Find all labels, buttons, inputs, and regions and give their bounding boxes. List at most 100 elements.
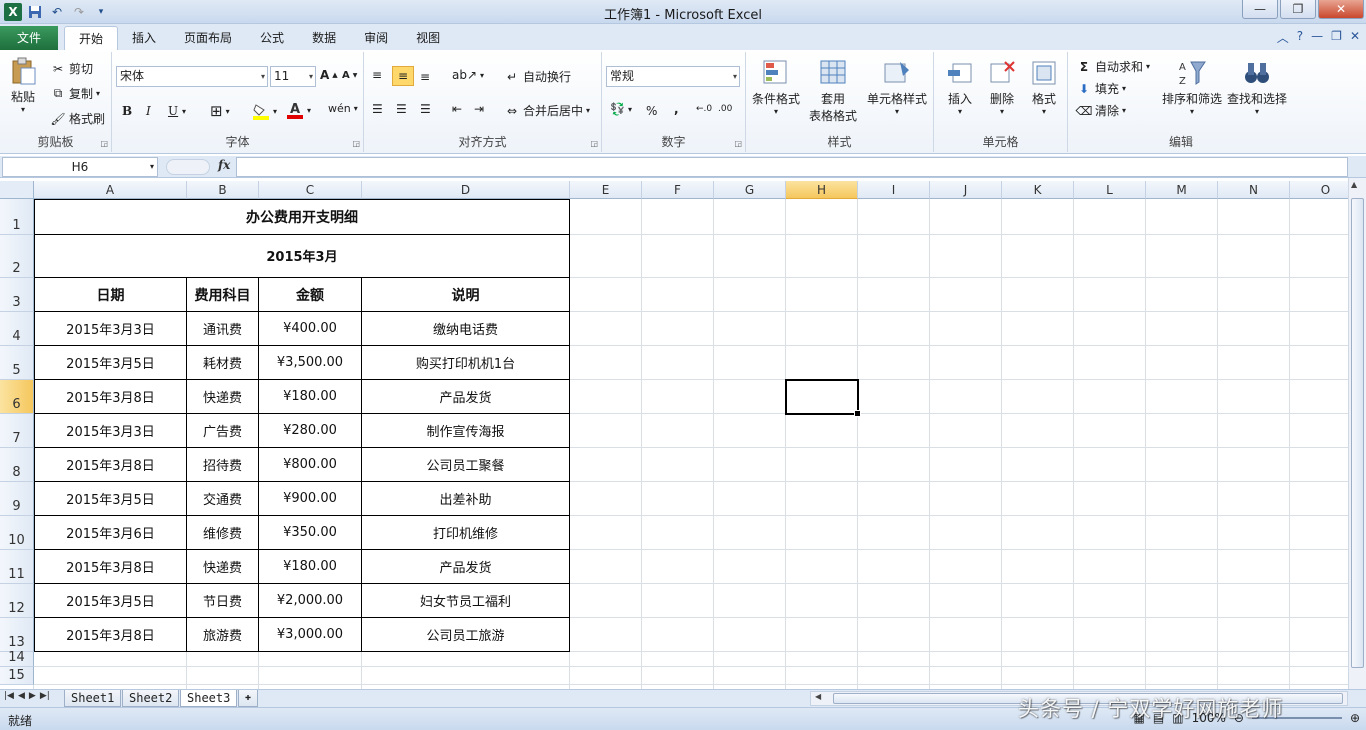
table-cell[interactable]: 出差补助 xyxy=(362,482,570,516)
row-header-1[interactable]: 1 xyxy=(0,199,34,235)
format-as-table-button[interactable]: 套用 表格格式 xyxy=(804,58,862,124)
vertical-scroll-thumb[interactable] xyxy=(1351,198,1364,668)
cut-button[interactable]: ✂ 剪切 xyxy=(50,60,93,77)
row-header-11[interactable]: 11 xyxy=(0,550,34,584)
sheet-tab-sheet1[interactable]: Sheet1 xyxy=(64,690,122,707)
decrease-indent-icon[interactable]: ⇤ xyxy=(452,102,462,116)
insert-function-icon[interactable]: fx xyxy=(218,158,230,172)
table-cell[interactable]: ¥800.00 xyxy=(259,448,362,482)
table-cell[interactable]: 快递费 xyxy=(187,550,259,584)
column-header-g[interactable]: G xyxy=(714,181,786,199)
row-header-6[interactable]: 6 xyxy=(0,380,34,414)
shrink-font-button[interactable]: A ▼ xyxy=(342,70,357,81)
conditional-format-button[interactable]: 条件格式 ▾ xyxy=(750,58,802,116)
column-header-n[interactable]: N xyxy=(1218,181,1290,199)
find-select-button[interactable]: 查找和选择 ▾ xyxy=(1224,58,1290,116)
align-top-icon[interactable]: ≡ xyxy=(372,68,382,82)
help-icon[interactable]: ? xyxy=(1297,29,1303,46)
collapse-ribbon-icon[interactable]: ︿ xyxy=(1277,29,1289,46)
paste-button[interactable]: 粘贴 ▾ xyxy=(6,56,40,114)
fill-color-icon[interactable]: ▾ xyxy=(252,102,277,120)
table-header-cell[interactable]: 费用科目 xyxy=(187,278,259,312)
scroll-up-icon[interactable]: ▲ xyxy=(1351,180,1357,189)
font-name-select[interactable]: 宋体 ▾ xyxy=(116,66,268,87)
column-header-j[interactable]: J xyxy=(930,181,1002,199)
excel-logo-icon[interactable]: X xyxy=(4,2,22,21)
table-cell[interactable]: 制作宣传海报 xyxy=(362,414,570,448)
table-cell[interactable]: 2015年3月8日 xyxy=(34,380,187,414)
autosum-button[interactable]: Σ 自动求和 ▾ xyxy=(1076,58,1150,75)
bold-button[interactable]: B xyxy=(122,104,132,118)
row-header-9[interactable]: 9 xyxy=(0,482,34,516)
tab-insert[interactable]: 插入 xyxy=(118,26,170,50)
table-cell[interactable]: 产品发货 xyxy=(362,380,570,414)
tab-data[interactable]: 数据 xyxy=(298,26,350,50)
table-cell[interactable]: ¥3,500.00 xyxy=(259,346,362,380)
save-icon[interactable] xyxy=(26,3,44,21)
table-cell[interactable]: 2015年3月3日 xyxy=(34,414,187,448)
row-header-2[interactable]: 2 xyxy=(0,235,34,278)
table-cell[interactable]: 耗材费 xyxy=(187,346,259,380)
table-header-cell[interactable]: 日期 xyxy=(34,278,187,312)
table-cell[interactable]: 妇女节员工福利 xyxy=(362,584,570,618)
font-launcher-icon[interactable]: ◲ xyxy=(352,139,360,148)
sort-filter-button[interactable]: AZ 排序和筛选 ▾ xyxy=(1158,58,1226,116)
column-header-k[interactable]: K xyxy=(1002,181,1074,199)
increase-indent-icon[interactable]: ⇥ xyxy=(474,102,484,116)
column-header-i[interactable]: I xyxy=(858,181,930,199)
name-box-dropdown-icon[interactable]: ▾ xyxy=(150,158,154,176)
table-cell[interactable]: 缴纳电话费 xyxy=(362,312,570,346)
vertical-scrollbar[interactable]: ▲ xyxy=(1348,178,1366,690)
redo-icon[interactable]: ↷ xyxy=(70,3,88,21)
wrap-text-button[interactable]: ↵ 自动换行 xyxy=(504,68,571,85)
tab-page-layout[interactable]: 页面布局 xyxy=(170,26,246,50)
align-right-icon[interactable]: ☰ xyxy=(420,102,431,116)
sheet-subtitle-cell[interactable]: 2015年3月 xyxy=(34,235,570,278)
table-cell[interactable]: 交通费 xyxy=(187,482,259,516)
table-cell[interactable]: ¥2,000.00 xyxy=(259,584,362,618)
table-cell[interactable]: ¥180.00 xyxy=(259,550,362,584)
align-left-icon[interactable]: ☰ xyxy=(372,102,383,116)
insert-cells-button[interactable]: 插入 ▾ xyxy=(940,58,980,116)
doc-close-icon[interactable]: ✕ xyxy=(1350,29,1360,46)
row-header-3[interactable]: 3 xyxy=(0,278,34,312)
sheet-tab-sheet2[interactable]: Sheet2 xyxy=(122,690,180,707)
row-header-13[interactable]: 13 xyxy=(0,618,34,652)
first-sheet-icon[interactable]: |◀ xyxy=(4,691,14,701)
column-header-h[interactable]: H xyxy=(786,181,858,199)
table-cell[interactable]: 公司员工旅游 xyxy=(362,618,570,652)
zoom-in-icon[interactable]: ⊕ xyxy=(1350,711,1360,725)
table-cell[interactable]: 快递费 xyxy=(187,380,259,414)
number-format-select[interactable]: 常规 ▾ xyxy=(606,66,740,87)
insert-sheet-icon[interactable]: ✚ xyxy=(238,690,259,707)
tab-formulas[interactable]: 公式 xyxy=(246,26,298,50)
fill-button[interactable]: ⬇ 填充 ▾ xyxy=(1076,80,1126,97)
table-cell[interactable]: 2015年3月5日 xyxy=(34,584,187,618)
tab-file[interactable]: 文件 xyxy=(0,26,58,50)
column-header-f[interactable]: F xyxy=(642,181,714,199)
row-header-12[interactable]: 12 xyxy=(0,584,34,618)
table-cell[interactable]: 广告费 xyxy=(187,414,259,448)
column-header-e[interactable]: E xyxy=(570,181,642,199)
table-cell[interactable]: 购买打印机机1台 xyxy=(362,346,570,380)
table-header-cell[interactable]: 金额 xyxy=(259,278,362,312)
tab-home[interactable]: 开始 xyxy=(64,26,119,50)
row-header-8[interactable]: 8 xyxy=(0,448,34,482)
font-size-select[interactable]: 11 ▾ xyxy=(270,66,316,87)
decrease-decimal-icon[interactable]: .00 xyxy=(718,104,732,114)
currency-icon[interactable]: 💱 ▾ xyxy=(610,102,632,116)
next-sheet-icon[interactable]: ▶ xyxy=(29,691,36,701)
column-header-a[interactable]: A xyxy=(34,181,187,199)
table-cell[interactable]: 打印机维修 xyxy=(362,516,570,550)
table-cell[interactable]: 2015年3月3日 xyxy=(34,312,187,346)
table-cell[interactable]: 2015年3月8日 xyxy=(34,550,187,584)
table-cell[interactable]: 2015年3月8日 xyxy=(34,618,187,652)
table-cell[interactable]: 2015年3月6日 xyxy=(34,516,187,550)
select-all-corner[interactable] xyxy=(0,181,34,199)
orientation-icon[interactable]: ab↗ ▾ xyxy=(452,68,484,82)
row-header-4[interactable]: 4 xyxy=(0,312,34,346)
column-header-m[interactable]: M xyxy=(1146,181,1218,199)
column-header-l[interactable]: L xyxy=(1074,181,1146,199)
number-launcher-icon[interactable]: ◲ xyxy=(734,139,742,148)
table-header-cell[interactable]: 说明 xyxy=(362,278,570,312)
